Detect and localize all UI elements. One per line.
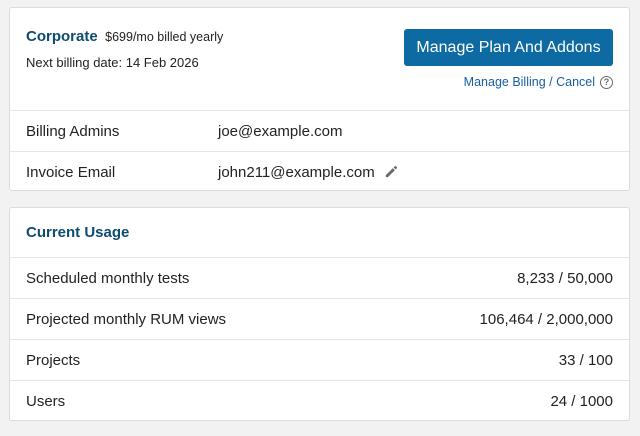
- usage-card: Current Usage Scheduled monthly tests 8,…: [9, 207, 630, 421]
- manage-billing-label[interactable]: Manage Billing / Cancel: [464, 75, 595, 89]
- usage-value: 24 / 1000: [550, 393, 613, 410]
- question-circle-icon[interactable]: ?: [600, 75, 613, 89]
- manage-billing-link[interactable]: Manage Billing / Cancel ?: [464, 75, 613, 89]
- invoice-email-value-wrap: john211@example.com: [218, 164, 399, 183]
- plan-name: Corporate: [26, 28, 98, 45]
- billing-admins-label: Billing Admins: [26, 123, 120, 140]
- invoice-email-label: Invoice Email: [26, 164, 116, 181]
- next-billing-date: Next billing date: 14 Feb 2026: [26, 55, 199, 70]
- pencil-icon[interactable]: [384, 164, 399, 183]
- plan-header: Corporate $699/mo billed yearly Next bil…: [10, 8, 629, 111]
- invoice-email-row: Invoice Email john211@example.com: [10, 152, 629, 192]
- usage-label: Projected monthly RUM views: [26, 311, 227, 328]
- usage-row-rum-views: Projected monthly RUM views 106,464 / 2,…: [10, 299, 629, 340]
- usage-label: Projects: [26, 352, 81, 369]
- usage-row-projects: Projects 33 / 100: [10, 340, 629, 381]
- usage-value: 33 / 100: [558, 352, 613, 369]
- usage-row-users: Users 24 / 1000: [10, 381, 629, 421]
- billing-admins-value: joe@example.com: [218, 123, 343, 140]
- invoice-email-value: john211@example.com: [218, 164, 375, 181]
- usage-value: 8,233 / 50,000: [517, 270, 613, 287]
- plan-card: Corporate $699/mo billed yearly Next bil…: [9, 7, 630, 191]
- usage-title: Current Usage: [26, 224, 130, 241]
- usage-label: Scheduled monthly tests: [26, 270, 190, 287]
- plan-price: $699/mo billed yearly: [105, 30, 224, 44]
- usage-label: Users: [26, 393, 66, 410]
- usage-header: Current Usage: [10, 208, 629, 258]
- plan-summary: Corporate $699/mo billed yearly: [26, 28, 223, 46]
- billing-admins-row: Billing Admins joe@example.com: [10, 111, 629, 152]
- manage-plan-button[interactable]: Manage Plan And Addons: [404, 29, 613, 66]
- usage-row-scheduled-tests: Scheduled monthly tests 8,233 / 50,000: [10, 258, 629, 299]
- usage-value: 106,464 / 2,000,000: [479, 311, 613, 328]
